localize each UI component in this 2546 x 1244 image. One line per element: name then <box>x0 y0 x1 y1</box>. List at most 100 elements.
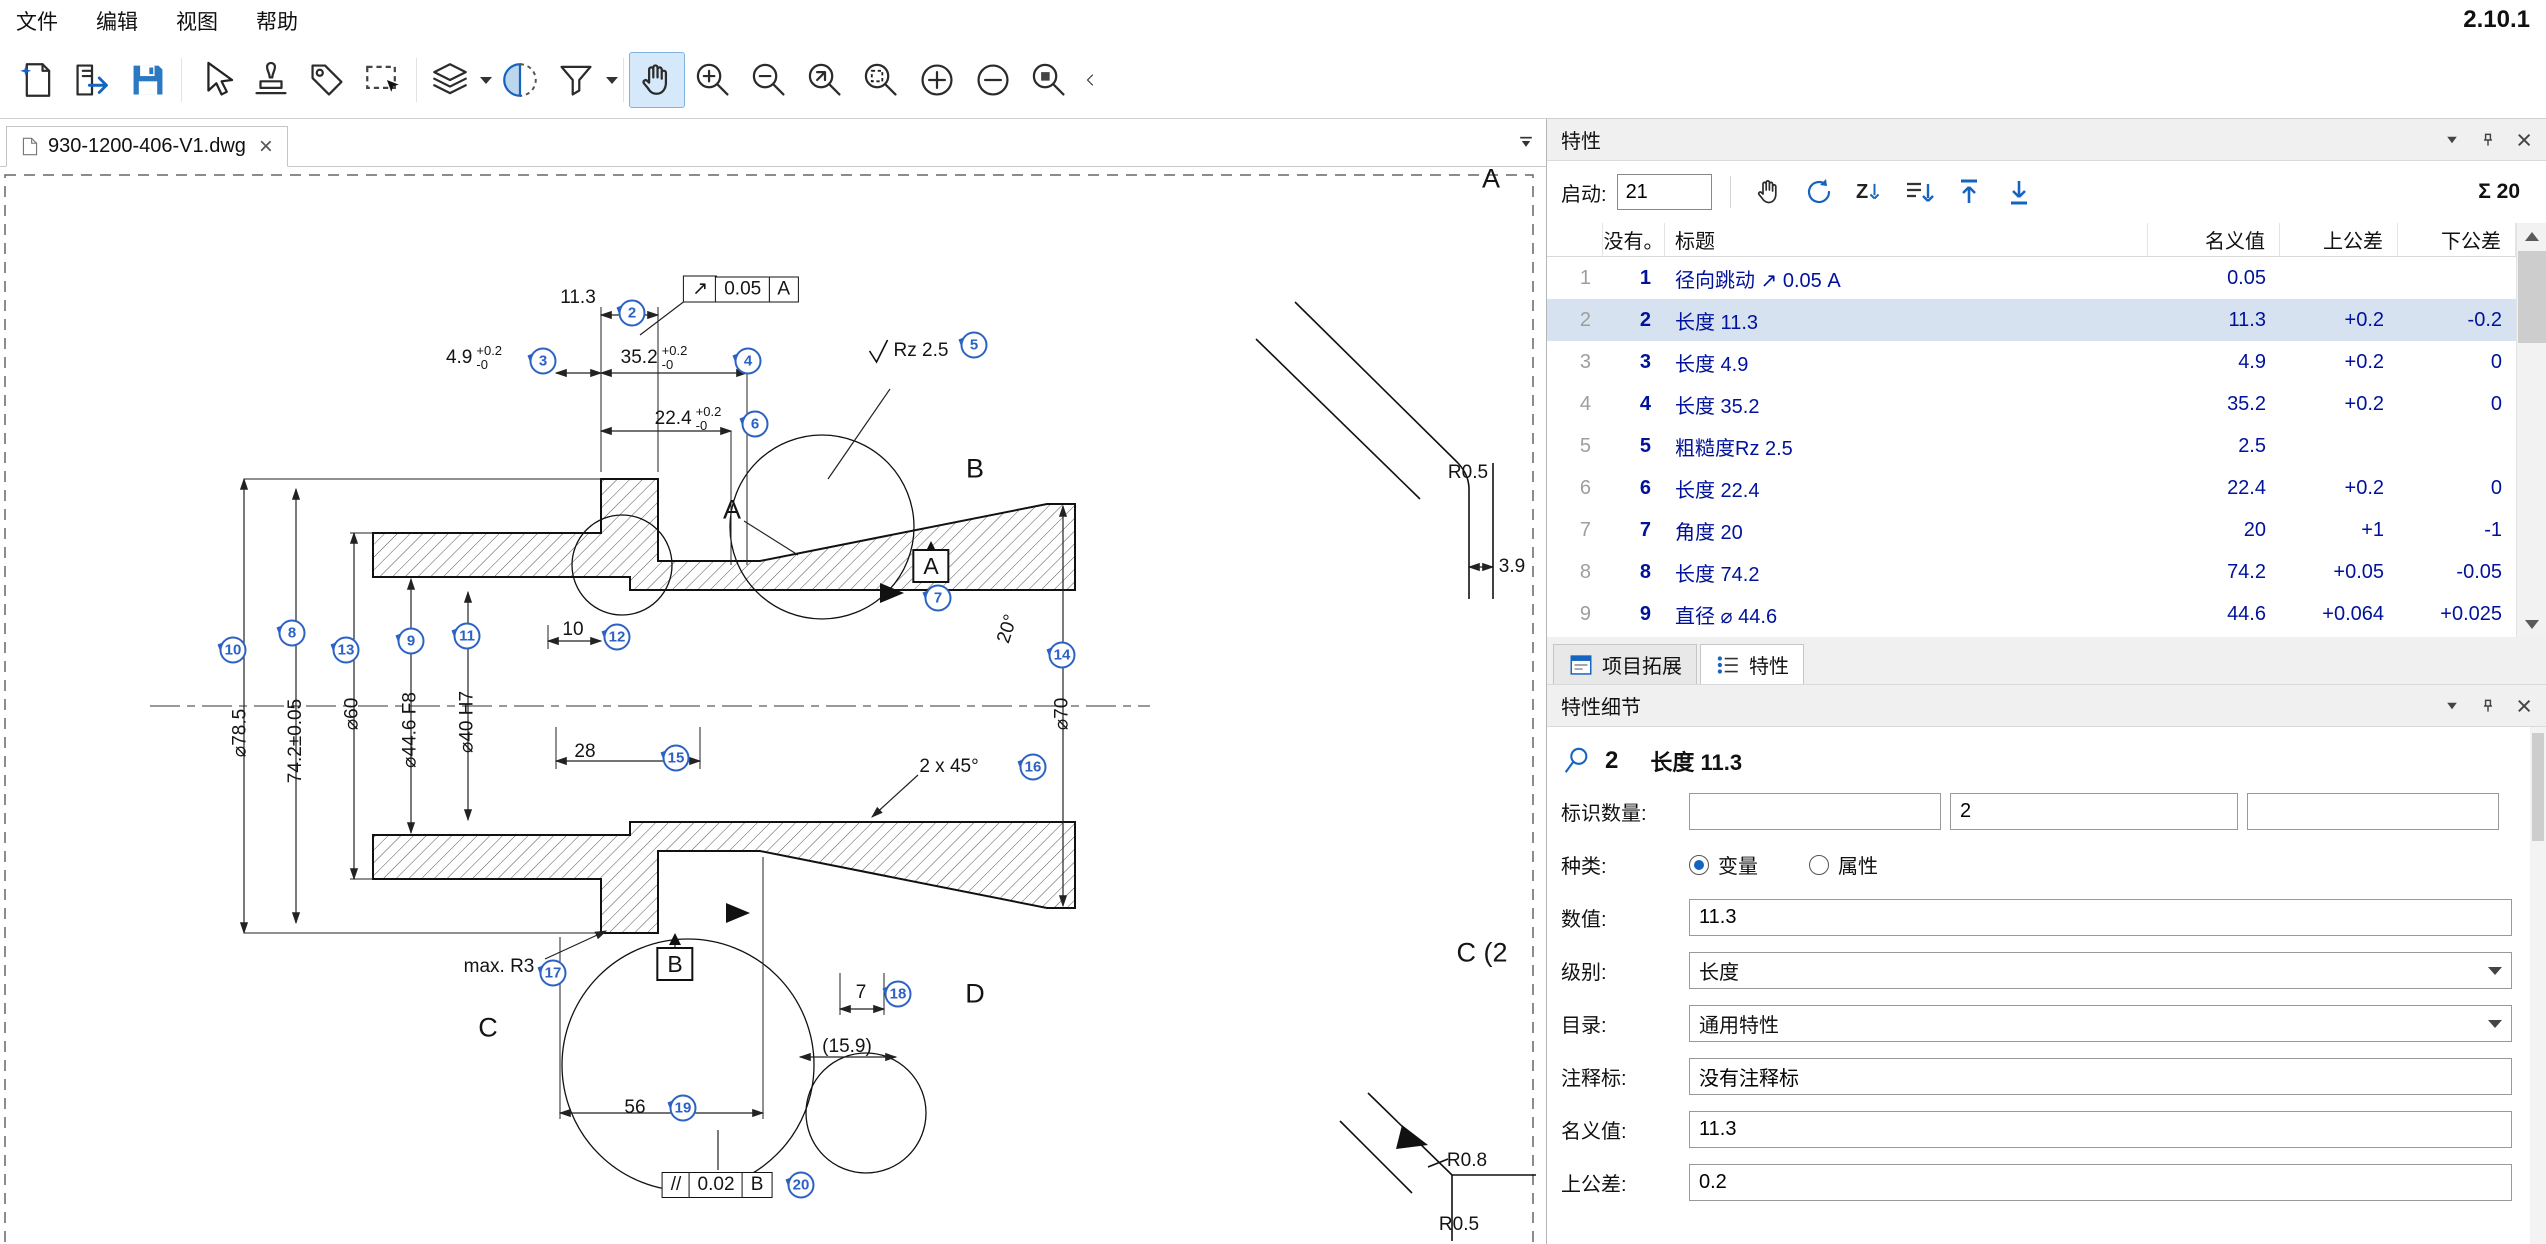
drawing-annotation-sheetA[interactable]: A <box>1482 167 1500 195</box>
tool-filter[interactable] <box>548 52 604 108</box>
drawing-annotation-d3_9[interactable]: 3.9 <box>1499 556 1525 578</box>
pick-hand-icon[interactable] <box>1749 172 1789 212</box>
balloon-3[interactable]: 3 <box>530 348 557 375</box>
balloon-11[interactable]: 11 <box>454 623 481 650</box>
properties-close-icon[interactable]: × <box>2516 129 2532 151</box>
drawing-annotation-chamf[interactable]: 2 x 45° <box>919 756 978 778</box>
id-qty-input-1[interactable] <box>1689 793 1941 830</box>
balloon-18[interactable]: 18 <box>885 981 912 1008</box>
drawing-annotation-dia44[interactable]: ⌀44.6 F8 <box>399 692 422 768</box>
balloon-19[interactable]: 19 <box>670 1095 697 1122</box>
drawing-annotation-ang20[interactable]: 20° <box>993 612 1023 646</box>
tool-new[interactable] <box>8 52 64 108</box>
drawing-annotation-datumA[interactable]: A <box>912 549 949 583</box>
properties-pin-icon[interactable] <box>2480 132 2496 148</box>
details-collapse-icon[interactable] <box>2444 698 2460 714</box>
tool-marquee[interactable] <box>355 52 411 108</box>
filter-dropdown-caret[interactable] <box>606 77 618 84</box>
tab-close-icon[interactable]: × <box>259 137 273 157</box>
table-row[interactable]: 99直径 ⌀ 44.644.6+0.064+0.025 <box>1547 593 2516 635</box>
scroll-down-icon[interactable] <box>2517 611 2546 637</box>
tool-zoom-in[interactable] <box>685 52 741 108</box>
table-row[interactable]: 66长度 22.422.4+0.20 <box>1547 467 2516 509</box>
tab-list-icon[interactable] <box>1516 131 1536 156</box>
table-row[interactable]: 55粗糙度Rz 2.52.5 <box>1547 425 2516 467</box>
table-row[interactable]: 77角度 2020+1-1 <box>1547 509 2516 551</box>
drawing-annotation-dia78[interactable]: ⌀78.5 <box>229 709 252 757</box>
drawing-annotation-lblB[interactable]: B <box>966 454 984 485</box>
tool-enlarge[interactable] <box>909 52 965 108</box>
table-row[interactable]: 44长度 35.235.2+0.20 <box>1547 383 2516 425</box>
col-upper-tol[interactable]: 上公差 <box>2280 223 2398 256</box>
details-scrollbar-thumb[interactable] <box>2532 733 2544 841</box>
drawing-annotation-dia60[interactable]: ⌀60 <box>341 698 364 731</box>
drawing-annotation-lblC[interactable]: C <box>478 1013 498 1044</box>
drawing-canvas[interactable]: ↗0.05A11.324.9+0.2-0335.2+0.2-04Rz 2.552… <box>0 167 1546 1244</box>
drawing-annotation-r08[interactable]: R0.8 <box>1447 1150 1487 1172</box>
tool-reduce[interactable] <box>965 52 1021 108</box>
kind-radio-attribute[interactable]: 属性 <box>1809 850 1878 879</box>
drawing-annotation-fcf2[interactable]: //0.02B <box>664 1172 773 1198</box>
tool-stamp[interactable] <box>243 52 299 108</box>
balloon-17[interactable]: 17 <box>540 960 567 987</box>
tool-zoom-extents[interactable] <box>797 52 853 108</box>
balloon-7[interactable]: 7 <box>925 585 952 612</box>
level-select[interactable]: 长度 <box>1689 952 2512 989</box>
drawing-annotation-d28[interactable]: 28 <box>574 741 595 763</box>
tool-open[interactable] <box>64 52 120 108</box>
balloon-15[interactable]: 15 <box>663 745 690 772</box>
document-tab[interactable]: 930-1200-406-V1.dwg × <box>6 126 288 167</box>
balloon-14[interactable]: 14 <box>1049 642 1076 669</box>
table-row[interactable]: 22长度 11.311.3+0.2-0.2 <box>1547 299 2516 341</box>
balloon-5[interactable]: 5 <box>961 332 988 359</box>
table-row[interactable]: 33长度 4.94.9+0.20 <box>1547 341 2516 383</box>
balloon-4[interactable]: 4 <box>735 348 762 375</box>
col-title[interactable]: 标题 <box>1665 223 2148 256</box>
tab-characteristics[interactable]: 特性 <box>1700 644 1804 684</box>
start-input[interactable] <box>1617 174 1712 210</box>
drawing-annotation-dia40[interactable]: ⌀40 H7 <box>456 691 479 753</box>
drawing-annotation-r05b[interactable]: R0.5 <box>1439 1214 1479 1236</box>
move-bottom-icon[interactable] <box>1999 172 2039 212</box>
tool-save[interactable] <box>120 52 176 108</box>
drawing-annotation-dia70[interactable]: ⌀70 <box>1051 698 1074 731</box>
drawing-annotation-lblA[interactable]: A <box>723 495 741 526</box>
tool-zoom-window[interactable] <box>853 52 909 108</box>
menu-help[interactable]: 帮助 <box>256 6 298 36</box>
scrollbar-thumb[interactable] <box>2518 251 2546 343</box>
tool-tag[interactable] <box>299 52 355 108</box>
catalog-select[interactable]: 通用特性 <box>1689 1005 2512 1042</box>
sort-z-icon[interactable]: Z <box>1849 172 1889 212</box>
kind-radio-variable[interactable]: 变量 <box>1689 850 1758 879</box>
balloon-9[interactable]: 9 <box>398 628 425 655</box>
balloon-20[interactable]: 20 <box>788 1172 815 1199</box>
drawing-annotation-d74[interactable]: 74.2±0.05 <box>285 699 307 783</box>
layers-dropdown-caret[interactable] <box>480 77 492 84</box>
balloon-13[interactable]: 13 <box>333 637 360 664</box>
id-qty-input-3[interactable] <box>2247 793 2499 830</box>
col-no[interactable]: 没有。 <box>1603 223 1665 256</box>
drawing-annotation-datumB[interactable]: B <box>656 947 693 981</box>
drawing-annotation-d15_9[interactable]: (15.9) <box>822 1036 872 1058</box>
drawing-annotation-c2[interactable]: C (2 <box>1456 938 1507 969</box>
drawing-annotation-fcf1[interactable]: ↗0.05A <box>685 276 799 303</box>
move-top-icon[interactable] <box>1949 172 1989 212</box>
balloon-16[interactable]: 16 <box>1020 754 1047 781</box>
drawing-annotation-r05a[interactable]: R0.5 <box>1448 462 1488 484</box>
tool-zoom-selection[interactable] <box>1021 52 1077 108</box>
tool-zoom-out[interactable] <box>741 52 797 108</box>
drawing-annotation-d35_2[interactable]: 35.2+0.2-0 <box>621 344 688 372</box>
col-lower-tol[interactable]: 下公差 <box>2398 223 2516 256</box>
balloon-8[interactable]: 8 <box>279 620 306 647</box>
balloon-10[interactable]: 10 <box>220 637 247 664</box>
tool-mirror[interactable] <box>492 52 548 108</box>
details-scrollbar[interactable] <box>2530 727 2546 1244</box>
menu-view[interactable]: 视图 <box>176 6 218 36</box>
drawing-annotation-d11_3[interactable]: 11.3 <box>560 287 596 309</box>
drawing-annotation-d10[interactable]: 10 <box>562 619 583 641</box>
tool-select[interactable] <box>187 52 243 108</box>
balloon-12[interactable]: 12 <box>604 624 631 651</box>
drawing-annotation-lblD[interactable]: D <box>965 979 985 1010</box>
toolbar-collapse-icon[interactable] <box>1077 52 1103 108</box>
table-row[interactable]: 11径向跳动 ↗ 0.05 A0.05 <box>1547 257 2516 299</box>
